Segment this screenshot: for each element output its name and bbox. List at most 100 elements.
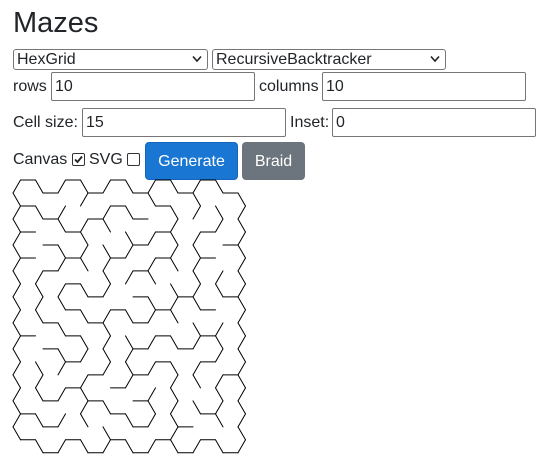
maze-wall bbox=[147, 257, 156, 272]
maze-wall bbox=[35, 205, 44, 220]
maze-wall bbox=[80, 439, 89, 454]
maze-wall bbox=[57, 348, 66, 363]
maze-wall bbox=[57, 322, 66, 337]
maze-wall bbox=[192, 296, 201, 311]
maze-wall bbox=[170, 361, 179, 376]
maze-wall bbox=[215, 283, 224, 298]
maze-wall bbox=[147, 400, 156, 415]
maze-wall bbox=[215, 387, 224, 402]
maze-wall bbox=[237, 218, 246, 233]
maze-wall bbox=[35, 374, 44, 389]
maze-wall bbox=[12, 374, 21, 389]
maze-wall bbox=[12, 192, 21, 207]
maze-wall bbox=[80, 179, 89, 194]
maze-wall bbox=[125, 413, 134, 428]
maze-wall bbox=[147, 413, 156, 428]
maze-wall bbox=[125, 374, 134, 389]
maze-wall bbox=[147, 309, 156, 324]
maze-wall bbox=[237, 439, 246, 454]
maze-wall bbox=[80, 374, 89, 389]
maze-wall bbox=[170, 309, 179, 324]
maze-wall bbox=[12, 309, 21, 324]
maze-wall bbox=[12, 322, 21, 337]
maze-wall bbox=[102, 205, 111, 220]
maze-wall bbox=[237, 231, 246, 246]
maze-wall bbox=[12, 335, 21, 350]
maze-wall bbox=[57, 244, 66, 259]
maze-wall bbox=[80, 335, 89, 350]
maze-wall bbox=[80, 348, 89, 363]
maze-wall bbox=[57, 283, 66, 298]
maze-wall bbox=[215, 400, 224, 415]
maze-wall bbox=[35, 179, 44, 194]
maze-wall bbox=[35, 439, 44, 454]
maze-wall bbox=[215, 270, 224, 285]
maze-wall bbox=[12, 270, 21, 285]
maze-wall bbox=[147, 387, 156, 402]
maze-wall bbox=[237, 413, 246, 428]
maze-canvas bbox=[12, 179, 246, 454]
maze-wall bbox=[147, 270, 156, 285]
maze-wall bbox=[102, 361, 111, 376]
maze-wall bbox=[215, 348, 224, 363]
maze-wall bbox=[80, 257, 89, 272]
maze-wall bbox=[35, 270, 44, 285]
maze-wall bbox=[192, 439, 201, 454]
maze-wall bbox=[192, 205, 201, 220]
maze-wall bbox=[215, 374, 224, 389]
maze-wall bbox=[192, 257, 201, 272]
maze-wall bbox=[102, 179, 111, 194]
maze-wall bbox=[102, 335, 111, 350]
maze-wall bbox=[102, 270, 111, 285]
maze-wall bbox=[215, 218, 224, 233]
maze-wall bbox=[147, 179, 156, 194]
maze-wall bbox=[35, 413, 44, 428]
maze-wall bbox=[147, 335, 156, 350]
maze-wall bbox=[102, 348, 111, 363]
maze-wall bbox=[215, 179, 224, 194]
maze-wall bbox=[192, 322, 201, 337]
maze-wall bbox=[80, 387, 89, 402]
maze-wall bbox=[147, 296, 156, 311]
maze-wall bbox=[80, 244, 89, 259]
maze-wall bbox=[170, 283, 179, 298]
maze-wall bbox=[102, 218, 111, 233]
maze-wall bbox=[170, 296, 179, 311]
maze-wall bbox=[170, 179, 179, 194]
maze-wall bbox=[215, 335, 224, 350]
maze-wall bbox=[170, 205, 179, 220]
maze-wall bbox=[35, 361, 44, 376]
maze-wall bbox=[125, 244, 134, 259]
maze-wall bbox=[192, 231, 201, 246]
maze-wall bbox=[35, 296, 44, 311]
maze-wall bbox=[12, 413, 21, 428]
maze-wall bbox=[125, 270, 134, 285]
maze-wall bbox=[12, 296, 21, 311]
maze-wall bbox=[12, 231, 21, 246]
maze-wall bbox=[80, 413, 89, 428]
maze-wall bbox=[170, 257, 179, 272]
maze-wall bbox=[147, 361, 156, 376]
maze-wall bbox=[192, 400, 201, 415]
maze-wall bbox=[147, 439, 156, 454]
maze-wall bbox=[12, 179, 21, 194]
maze-wall bbox=[35, 387, 44, 402]
maze-wall bbox=[12, 244, 21, 259]
maze-wall bbox=[170, 387, 179, 402]
maze-wall bbox=[125, 309, 134, 324]
maze-wall bbox=[57, 179, 66, 194]
maze-wall bbox=[170, 400, 179, 415]
maze-wall bbox=[170, 439, 179, 454]
maze-wall bbox=[12, 400, 21, 415]
maze-wall bbox=[170, 426, 179, 441]
maze-wall bbox=[237, 296, 246, 311]
maze-wall bbox=[125, 231, 134, 246]
maze-wall bbox=[237, 270, 246, 285]
maze-wall bbox=[192, 335, 201, 350]
maze-wall bbox=[57, 413, 66, 428]
maze-wall bbox=[237, 361, 246, 376]
maze-wall bbox=[237, 374, 246, 389]
maze-wall bbox=[237, 348, 246, 363]
maze-wall bbox=[170, 231, 179, 246]
maze-wall bbox=[192, 244, 201, 259]
